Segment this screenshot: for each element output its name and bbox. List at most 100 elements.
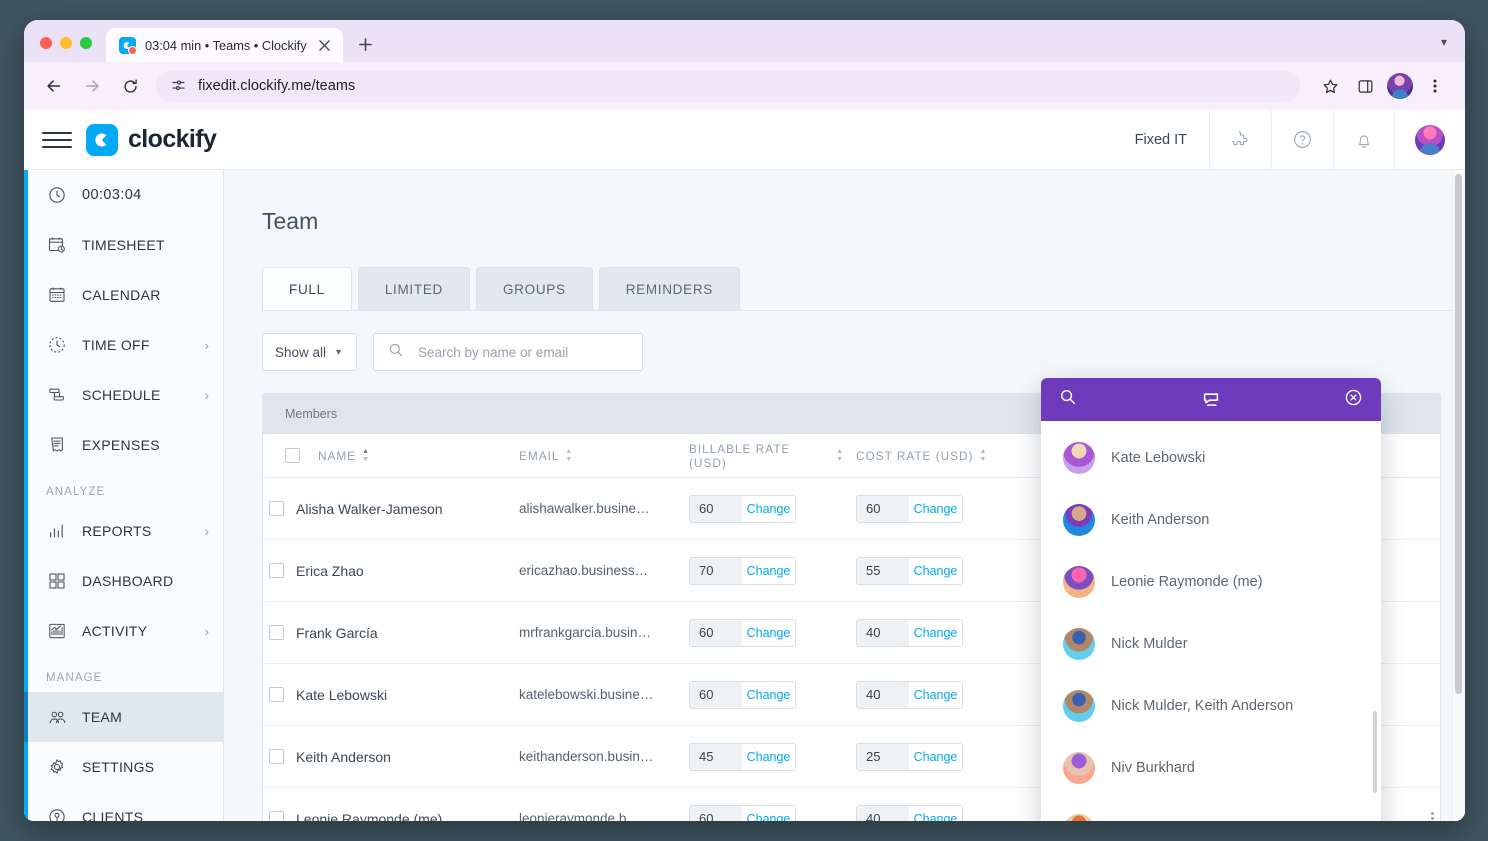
chat-conversation-list[interactable]: Kate Lebowski Keith Anderson Leonie Raym… xyxy=(1041,421,1381,821)
window-traffic-lights xyxy=(24,37,106,62)
billable-rate-change-button[interactable]: Change xyxy=(742,495,795,522)
three-dot-menu-icon[interactable] xyxy=(1419,70,1451,102)
sidebar-item-timesheet[interactable]: TIMESHEET xyxy=(24,220,223,270)
tab-full[interactable]: FULL xyxy=(262,267,352,310)
tab-groups[interactable]: GROUPS xyxy=(475,267,593,310)
chat-list-item[interactable]: Niv Burkhard xyxy=(1041,737,1381,799)
show-all-filter-dropdown[interactable]: Show all ▾ xyxy=(262,333,357,371)
billable-rate-control[interactable]: 60 Change xyxy=(689,494,796,523)
page-scrollbar-thumb[interactable] xyxy=(1455,174,1462,694)
member-name-cell: Alisha Walker-Jameson xyxy=(263,501,513,517)
column-header-cost-rate[interactable]: COST RATE (USD) ▲ ▼ xyxy=(850,448,1017,463)
chat-list-item[interactable]: Nick Mulder xyxy=(1041,613,1381,675)
sidebar-item-expenses[interactable]: EXPENSES xyxy=(24,420,223,470)
site-settings-icon[interactable] xyxy=(170,77,188,95)
browser-tab[interactable]: 03:04 min • Teams • Clockify xyxy=(106,28,343,62)
member-email: leonieraymonde.b… xyxy=(519,811,640,821)
row-checkbox[interactable] xyxy=(269,563,284,578)
forward-arrow-icon[interactable] xyxy=(76,70,108,102)
billable-rate-change-button[interactable]: Change xyxy=(742,743,795,770)
reload-icon[interactable] xyxy=(114,70,146,102)
close-icon[interactable] xyxy=(316,36,334,54)
column-header-name[interactable]: NAME ▲ ▼ xyxy=(263,448,513,463)
sidebar-item-calendar[interactable]: CALENDAR xyxy=(24,270,223,320)
row-menu-icon[interactable] xyxy=(1423,811,1440,822)
billable-rate-change-button[interactable]: Change xyxy=(742,619,795,646)
profile-avatar[interactable] xyxy=(1384,70,1416,102)
workspace-name[interactable]: Fixed IT xyxy=(1113,110,1209,169)
tab-limited[interactable]: LIMITED xyxy=(357,267,470,310)
clockify-logo[interactable]: clockify xyxy=(86,123,217,156)
cost-rate-control[interactable]: 60 Change xyxy=(856,494,963,523)
chat-list-item[interactable]: Nick Mulder, Keith Anderson xyxy=(1041,675,1381,737)
billable-rate-control[interactable]: 45 Change xyxy=(689,742,796,771)
address-bar[interactable]: fixedit.clockify.me/teams xyxy=(156,70,1300,102)
billable-rate-change-button[interactable]: Change xyxy=(742,805,795,821)
bell-icon[interactable] xyxy=(1333,110,1394,169)
puzzle-icon[interactable] xyxy=(1209,110,1271,169)
cost-rate-control[interactable]: 40 Change xyxy=(856,680,963,709)
chat-list-item[interactable]: Leonie Raymonde (me) xyxy=(1041,551,1381,613)
column-header-email[interactable]: EMAIL ▲ ▼ xyxy=(513,448,683,463)
row-checkbox[interactable] xyxy=(269,687,284,702)
chat-bubble-icon[interactable] xyxy=(1198,390,1224,410)
billable-rate-change-button[interactable]: Change xyxy=(742,557,795,584)
cost-rate-control[interactable]: 40 Change xyxy=(856,618,963,647)
star-icon[interactable] xyxy=(1314,70,1346,102)
sidebar-item-schedule[interactable]: SCHEDULE › xyxy=(24,370,223,420)
cost-rate-control[interactable]: 25 Change xyxy=(856,742,963,771)
chat-list-item[interactable]: Kate Lebowski xyxy=(1041,427,1381,489)
cost-rate-change-button[interactable]: Change xyxy=(909,495,962,522)
sidebar-item-reports[interactable]: REPORTS › xyxy=(24,506,223,556)
search-box[interactable] xyxy=(373,333,643,371)
chat-list-item[interactable]: Keith Anderson xyxy=(1041,489,1381,551)
cost-rate-control[interactable]: 40 Change xyxy=(856,804,963,821)
search-icon[interactable] xyxy=(1059,388,1077,411)
sidebar-item-dashboard[interactable]: DASHBOARD xyxy=(24,556,223,606)
billable-rate-control[interactable]: 70 Change xyxy=(689,556,796,585)
back-arrow-icon[interactable] xyxy=(38,70,70,102)
cost-rate-change-button[interactable]: Change xyxy=(909,619,962,646)
maximize-window-button[interactable] xyxy=(80,37,92,49)
billable-rate-value: 60 xyxy=(690,681,742,708)
close-circle-icon[interactable] xyxy=(1344,388,1363,412)
sidebar-item-clients[interactable]: CLIENTS xyxy=(24,792,223,821)
cost-rate-change-button[interactable]: Change xyxy=(909,681,962,708)
row-checkbox[interactable] xyxy=(269,811,284,821)
hamburger-icon[interactable] xyxy=(42,125,72,155)
close-window-button[interactable] xyxy=(40,37,52,49)
billable-rate-control[interactable]: 60 Change xyxy=(689,804,796,821)
expenses-icon xyxy=(46,434,68,456)
cost-rate-change-button[interactable]: Change xyxy=(909,557,962,584)
row-checkbox[interactable] xyxy=(269,749,284,764)
row-checkbox[interactable] xyxy=(269,625,284,640)
chat-list-item[interactable]: Olivia Johnson xyxy=(1041,799,1381,821)
sidebar-item-team[interactable]: TEAM xyxy=(24,692,223,742)
sidebar-item-timer[interactable]: 00:03:04 xyxy=(24,170,223,220)
sidebar-item-activity[interactable]: ACTIVITY › xyxy=(24,606,223,656)
new-tab-button[interactable] xyxy=(352,30,380,58)
billable-rate-change-button[interactable]: Change xyxy=(742,681,795,708)
avatar[interactable] xyxy=(1394,110,1465,169)
sidebar-item-settings[interactable]: SETTINGS xyxy=(24,742,223,792)
search-input[interactable] xyxy=(416,343,628,361)
tab-reminders[interactable]: REMINDERS xyxy=(598,267,740,310)
question-mark-icon[interactable] xyxy=(1271,110,1333,169)
member-name: Keith Anderson xyxy=(296,748,391,765)
side-panel-icon[interactable] xyxy=(1349,70,1381,102)
chevron-down-icon[interactable]: ▾ xyxy=(1437,31,1451,53)
cost-rate-change-button[interactable]: Change xyxy=(909,743,962,770)
sidebar-item-time-off[interactable]: TIME OFF › xyxy=(24,320,223,370)
billable-rate-control[interactable]: 60 Change xyxy=(689,618,796,647)
row-checkbox[interactable] xyxy=(269,501,284,516)
cost-rate-change-button[interactable]: Change xyxy=(909,805,962,821)
minimize-window-button[interactable] xyxy=(60,37,72,49)
billable-rate-control[interactable]: 60 Change xyxy=(689,680,796,709)
chat-list-scrollbar[interactable] xyxy=(1373,711,1377,793)
billable-rate-cell: 45 Change xyxy=(683,742,850,771)
chevron-down-icon: ▾ xyxy=(336,346,342,358)
cost-rate-control[interactable]: 55 Change xyxy=(856,556,963,585)
column-header-billable-rate[interactable]: BILLABLE RATE (USD) ▲ ▼ xyxy=(683,442,850,470)
page-scrollbar[interactable] xyxy=(1452,170,1465,821)
select-all-checkbox[interactable] xyxy=(285,448,300,463)
